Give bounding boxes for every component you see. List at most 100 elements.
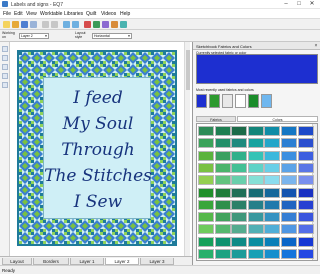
color-swatch[interactable] [297, 187, 314, 198]
maximize-button[interactable]: □ [293, 0, 305, 8]
fabric-icon[interactable] [120, 21, 127, 28]
color-swatch[interactable] [198, 150, 214, 161]
color-swatch[interactable] [247, 212, 264, 223]
color-swatch[interactable] [198, 236, 214, 247]
quilt-design[interactable]: I feed My Soul Through The Stitches I Se… [17, 50, 177, 246]
menu-view[interactable]: View [26, 11, 37, 17]
color-swatch[interactable] [231, 249, 248, 259]
color-swatch[interactable] [231, 175, 248, 186]
color-swatch[interactable] [198, 162, 214, 173]
menu-file[interactable]: File [3, 11, 11, 17]
color-swatch[interactable] [297, 224, 314, 235]
print-icon[interactable] [30, 21, 37, 28]
color-swatch[interactable] [247, 126, 264, 136]
color-swatch[interactable] [231, 126, 248, 136]
color-swatch[interactable] [198, 175, 214, 186]
color-swatch[interactable] [264, 126, 281, 136]
color-swatch[interactable] [247, 199, 264, 210]
color-swatch[interactable] [198, 224, 214, 235]
zoom-out-icon[interactable] [72, 21, 79, 28]
color-swatch[interactable] [264, 236, 281, 247]
color-swatch[interactable] [247, 187, 264, 198]
color-swatch[interactable] [231, 224, 248, 235]
color-swatch[interactable] [264, 175, 281, 186]
color-swatch[interactable] [297, 199, 314, 210]
menu-videos[interactable]: Videos [101, 11, 116, 17]
color-swatch[interactable] [214, 187, 231, 198]
color-swatch[interactable] [231, 187, 248, 198]
save-icon[interactable] [21, 21, 28, 28]
color-swatch[interactable] [247, 175, 264, 186]
recent-swatch[interactable] [235, 94, 246, 108]
recent-swatch[interactable] [248, 94, 259, 108]
recent-swatch[interactable] [222, 94, 233, 108]
color-swatch[interactable] [214, 150, 231, 161]
color-swatch[interactable] [264, 138, 281, 149]
color-swatch[interactable] [198, 138, 214, 149]
color-swatch[interactable] [198, 212, 214, 223]
color-swatch[interactable] [231, 138, 248, 149]
color-swatch[interactable] [198, 126, 214, 136]
panel-close-button[interactable]: × [313, 43, 319, 49]
redo-icon[interactable] [51, 21, 58, 28]
tab-layer-2[interactable]: Layer 2 [105, 258, 139, 265]
scrollbar-thumb[interactable] [186, 50, 190, 90]
menu-worktable[interactable]: Worktable [40, 11, 62, 17]
zoom-in-icon[interactable] [63, 21, 70, 28]
color-swatch[interactable] [264, 150, 281, 161]
text-tool-icon[interactable] [2, 82, 8, 88]
color-swatch[interactable] [264, 249, 281, 259]
color-swatch[interactable] [247, 150, 264, 161]
color-swatch[interactable] [231, 162, 248, 173]
color-swatch[interactable] [214, 249, 231, 259]
color-swatch[interactable] [264, 212, 281, 223]
color-swatch[interactable] [281, 212, 297, 223]
recent-swatch[interactable] [209, 94, 220, 108]
color-swatch[interactable] [247, 249, 264, 259]
color-swatch[interactable] [281, 224, 297, 235]
color-swatch[interactable] [247, 162, 264, 173]
layer-select[interactable]: Layer 2 ▼ [19, 33, 49, 39]
color-swatch[interactable] [297, 212, 314, 223]
menu-help[interactable]: Help [120, 11, 130, 17]
block-icon[interactable] [111, 21, 118, 28]
color-swatch[interactable] [281, 236, 297, 247]
color-swatch[interactable] [264, 162, 281, 173]
color-swatch[interactable] [247, 236, 264, 247]
color-swatch[interactable] [281, 138, 297, 149]
color-swatch[interactable] [231, 212, 248, 223]
color-swatch[interactable] [231, 236, 248, 247]
recent-swatch[interactable] [261, 94, 272, 108]
color-swatch[interactable] [198, 187, 214, 198]
tab-layout[interactable]: Layout [2, 258, 32, 265]
color-swatch[interactable] [264, 187, 281, 198]
color-swatch[interactable] [264, 199, 281, 210]
close-button[interactable]: ✕ [306, 0, 318, 8]
worktable-scrollbar[interactable] [184, 42, 190, 256]
new-icon[interactable] [3, 21, 10, 28]
color-swatch[interactable] [281, 162, 297, 173]
menu-quilt[interactable]: Quilt [86, 11, 96, 17]
layout-style-select[interactable]: Horizontal ▼ [92, 33, 132, 39]
tab-borders[interactable]: Borders [33, 258, 69, 265]
minimize-button[interactable]: – [280, 0, 292, 8]
color-swatch[interactable] [297, 249, 314, 259]
color-swatch[interactable] [214, 162, 231, 173]
color-swatch[interactable] [281, 150, 297, 161]
color-swatch[interactable] [214, 212, 231, 223]
adjust-tool-icon[interactable] [2, 55, 8, 61]
color-swatch[interactable] [231, 199, 248, 210]
tab-layer-1[interactable]: Layer 1 [70, 258, 104, 265]
paintbrush-tool-icon[interactable] [2, 64, 8, 70]
color-swatch[interactable] [281, 175, 297, 186]
subtab-colors[interactable]: Colors [237, 116, 318, 122]
library-icon[interactable] [84, 21, 91, 28]
color-swatch[interactable] [281, 126, 297, 136]
color-swatch[interactable] [214, 175, 231, 186]
recent-swatch[interactable] [196, 94, 207, 108]
color-swatch[interactable] [198, 199, 214, 210]
color-swatch[interactable] [214, 236, 231, 247]
open-icon[interactable] [12, 21, 19, 28]
tab-layer-3[interactable]: Layer 3 [140, 258, 174, 265]
color-swatch[interactable] [214, 199, 231, 210]
